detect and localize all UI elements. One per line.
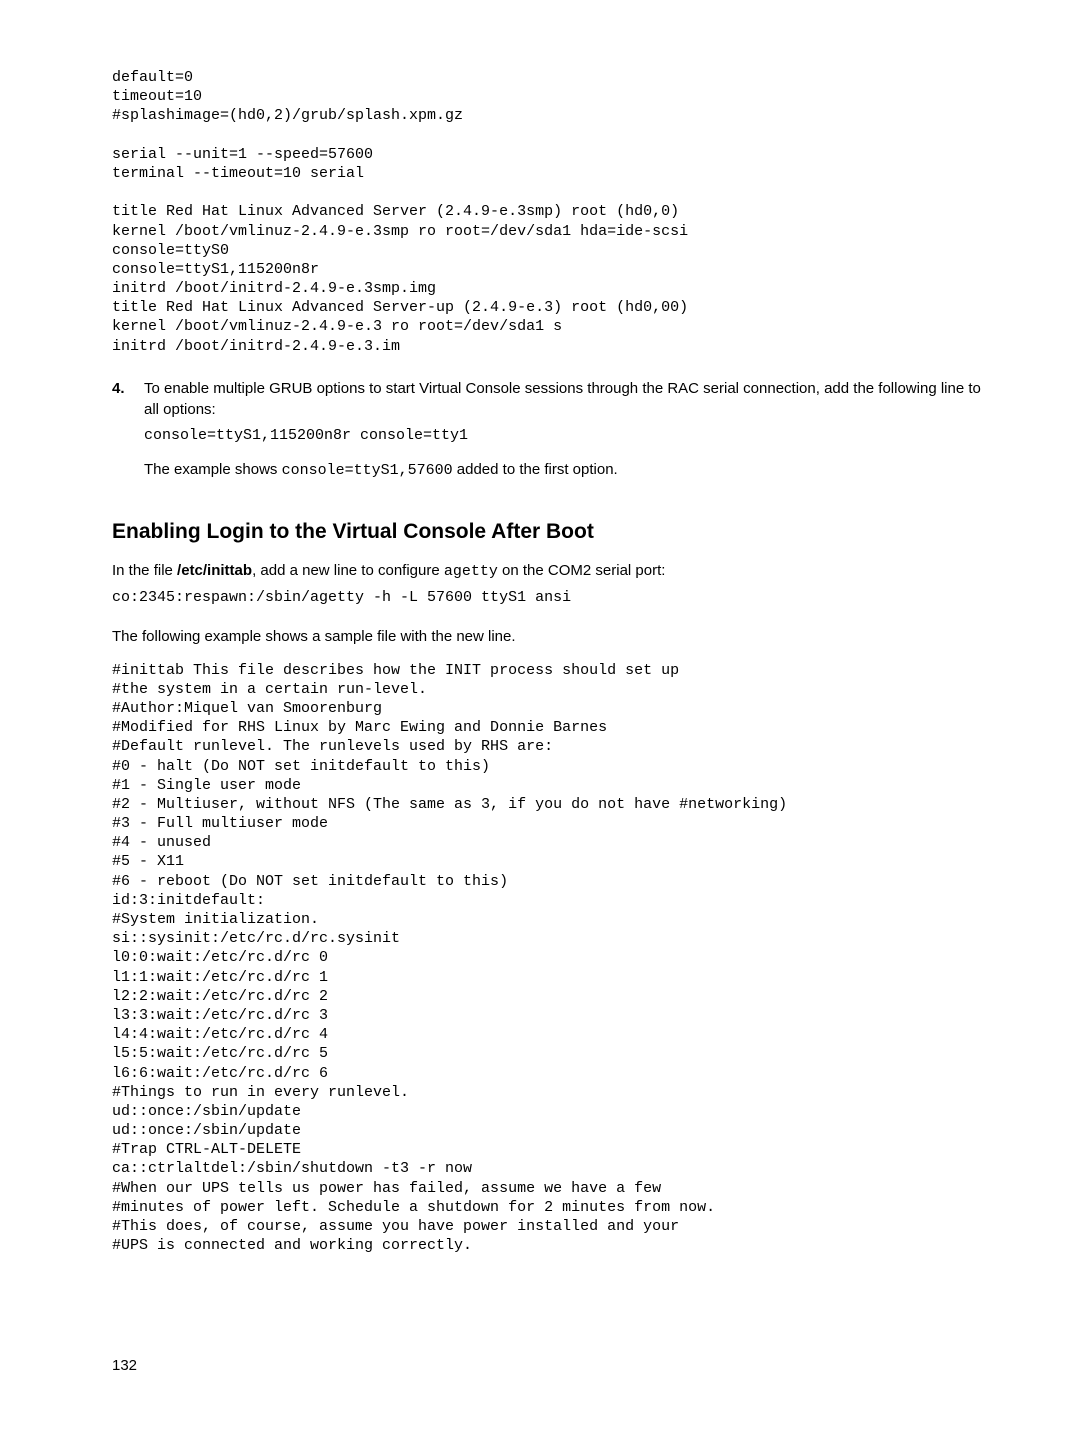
text-prefix: The example shows	[144, 461, 282, 478]
grub-config-code: default=0 timeout=10 #splashimage=(hd0,2…	[112, 68, 990, 356]
step-paragraph-2: The example shows console=ttyS1,57600 ad…	[144, 459, 990, 481]
file-path: /etc/inittab	[177, 562, 252, 579]
step-number: 4.	[112, 378, 144, 399]
page-number: 132	[112, 1355, 137, 1376]
intro-paragraph: In the file /etc/inittab, add a new line…	[112, 560, 990, 582]
step-list: 4. To enable multiple GRUB options to st…	[112, 378, 990, 487]
step-body: To enable multiple GRUB options to start…	[144, 378, 990, 487]
step-item-4: 4. To enable multiple GRUB options to st…	[112, 378, 990, 487]
inittab-code: #inittab This file describes how the INI…	[112, 661, 990, 1256]
inline-code: agetty	[444, 563, 498, 580]
document-page: default=0 timeout=10 #splashimage=(hd0,2…	[0, 0, 1080, 1434]
step-code: console=ttyS1,115200n8r console=tty1	[144, 426, 990, 445]
agetty-code: co:2345:respawn:/sbin/agetty -h -L 57600…	[112, 588, 990, 607]
section-heading: Enabling Login to the Virtual Console Af…	[112, 517, 990, 546]
text-suffix: on the COM2 serial port:	[498, 562, 666, 579]
text-suffix: added to the first option.	[453, 461, 618, 478]
example-lead: The following example shows a sample fil…	[112, 626, 990, 647]
inline-code: console=ttyS1,57600	[282, 462, 453, 479]
text-mid: , add a new line to configure	[252, 562, 444, 579]
text-prefix: In the file	[112, 562, 177, 579]
step-paragraph: To enable multiple GRUB options to start…	[144, 378, 990, 420]
